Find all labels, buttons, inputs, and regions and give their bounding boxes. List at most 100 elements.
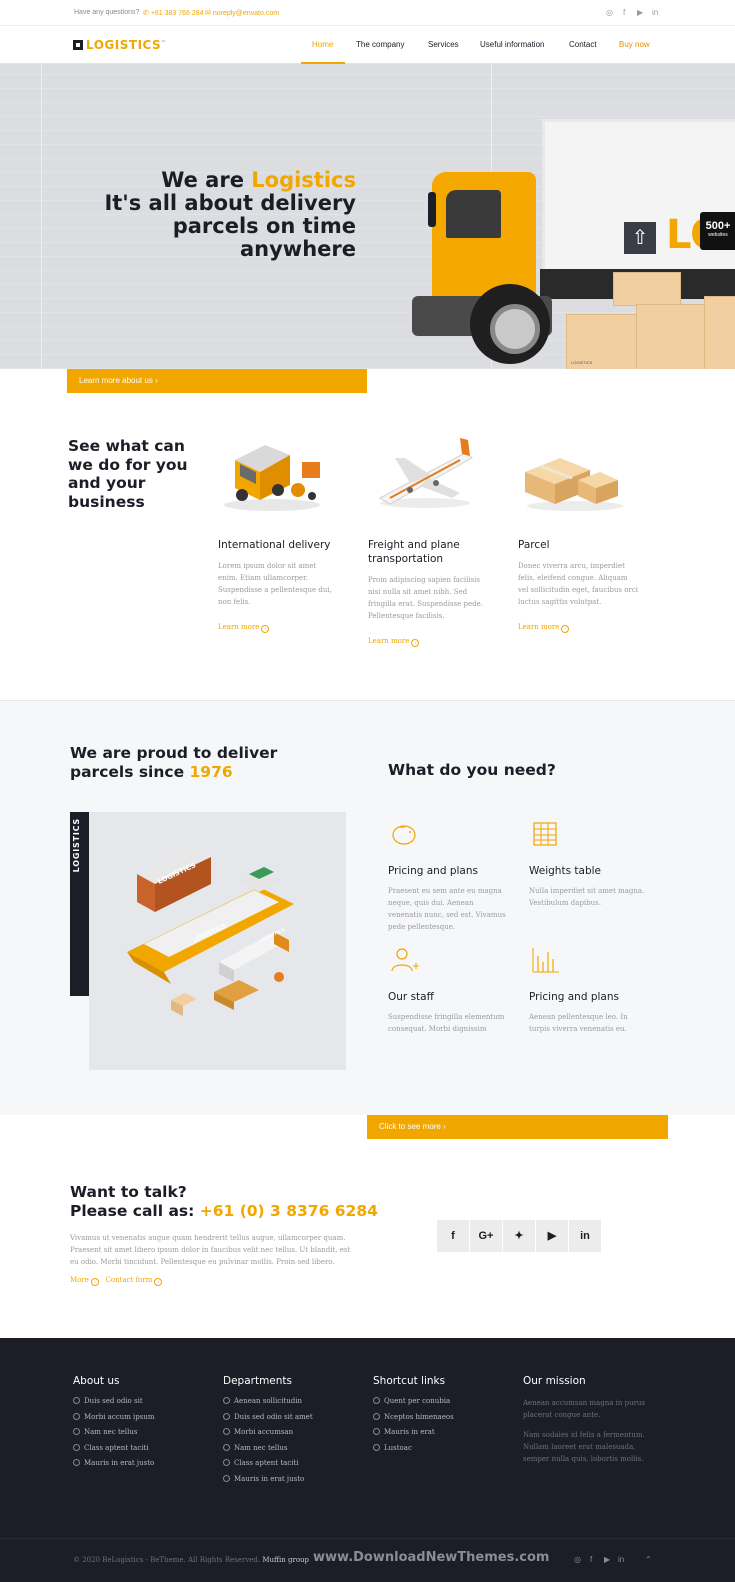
circle-icon — [373, 1397, 380, 1404]
hero-line-4: anywhere — [239, 237, 356, 261]
nav-contact[interactable]: Contact — [569, 40, 597, 49]
need-pricing-plans: Pricing and plans Praesent eu sem ante e… — [388, 818, 506, 933]
phone-link[interactable]: ✆ +61 383 766 284 — [143, 9, 204, 17]
youtube-button[interactable]: ▶ — [536, 1220, 568, 1252]
header: LOGISTICS™ Home The company Services Use… — [0, 26, 735, 65]
footer-link[interactable]: Nam nec tellus — [223, 1443, 313, 1452]
learn-more-link[interactable]: Learn more › — [518, 623, 570, 633]
footer-link[interactable]: Class aptent taciti — [73, 1443, 155, 1452]
need-title: Pricing and plans — [388, 865, 478, 877]
footer-link[interactable]: Mauris in erat justo — [73, 1459, 155, 1467]
more-link[interactable]: More › — [70, 1276, 99, 1286]
arrow-circle-icon: › — [154, 1278, 163, 1286]
linkedin-icon[interactable]: in — [652, 8, 658, 17]
learn-more-about-us-button[interactable]: Learn more about us › — [67, 369, 367, 393]
footer-link[interactable]: Quent per conubia — [373, 1397, 454, 1405]
cta-label: Click to see more — [379, 1122, 441, 1131]
copyright-brand-link[interactable]: Muffin group — [262, 1556, 309, 1564]
footer-link-label: Class aptent taciti — [84, 1443, 149, 1452]
logo-text: LOGISTICS — [86, 38, 162, 52]
footer-link-label: Duis sed odio sit amet — [234, 1412, 313, 1421]
service-international-delivery: International delivery Lorem ipsum dolor… — [218, 538, 338, 634]
footer-link[interactable]: Nceptos himenaeos — [373, 1412, 454, 1421]
footer-link-label: Class aptent taciti — [234, 1459, 299, 1467]
truck-cab — [428, 172, 536, 302]
logo[interactable]: LOGISTICS™ — [73, 38, 167, 52]
google-plus-button[interactable]: G+ — [470, 1220, 502, 1252]
arrow-circle-icon: › — [90, 1278, 99, 1286]
back-to-top-icon[interactable]: ⌃ — [645, 1555, 652, 1564]
parcel-box — [704, 296, 735, 369]
google-plus-icon: G+ — [478, 1230, 494, 1242]
footer-link[interactable]: Morbi accumsan — [223, 1428, 313, 1436]
hero-line-2: It's all about delivery — [104, 191, 356, 215]
nav-the-company[interactable]: The company — [356, 40, 404, 49]
ship-illustration-panel: LOGISTICS LOGISTICS LOGISTICS — [89, 812, 346, 1070]
youtube-icon[interactable]: ▶ — [637, 8, 643, 17]
facebook-icon[interactable]: f — [590, 1555, 592, 1564]
footer-link[interactable]: Nam nec tellus — [73, 1428, 155, 1436]
footer-link[interactable]: Duis sed odio sit — [73, 1397, 155, 1405]
skype-icon[interactable]: ◎ — [574, 1555, 581, 1564]
copyright-text: © 2020 BeLogistics - BeTheme. All Rights… — [73, 1556, 261, 1564]
need-text: Suspendisse fringilla elementum consequa… — [388, 1013, 505, 1033]
footer-heading: Departments — [223, 1375, 293, 1387]
parcel-box: LOGISTICS — [566, 314, 638, 369]
linkedin-button[interactable]: in — [569, 1220, 601, 1252]
arrow-circle-icon: › — [261, 625, 270, 633]
parcel-box — [636, 304, 706, 369]
strip-label: LOGISTICS — [72, 818, 81, 873]
footer-link[interactable]: Mauris in erat — [373, 1428, 454, 1436]
youtube-icon[interactable]: ▶ — [604, 1555, 610, 1564]
footer-link[interactable]: Duis sed odio sit amet — [223, 1412, 313, 1421]
click-to-see-more-button[interactable]: Click to see more › — [367, 1115, 668, 1139]
footer-link[interactable]: Class aptent taciti — [223, 1459, 313, 1467]
skype-icon[interactable]: ◎ — [606, 8, 613, 17]
email-link[interactable]: ✉ noreply@envato.com — [205, 9, 279, 17]
footer-shortcuts: Shortcut links Quent per conubia Nceptos… — [373, 1375, 454, 1459]
footer-link[interactable]: Aenean sollicitudin — [223, 1397, 313, 1405]
nav-home[interactable]: Home — [312, 40, 333, 49]
linkedin-icon[interactable]: in — [618, 1555, 624, 1564]
footer-link[interactable]: Mauris in erat justo — [223, 1474, 313, 1483]
nav-useful-information[interactable]: Useful information — [480, 40, 544, 49]
linkedin-icon: in — [580, 1230, 590, 1242]
facebook-icon[interactable]: f — [623, 8, 625, 17]
learn-more-link[interactable]: Learn more › — [368, 637, 420, 647]
talk-line-2: Please call as: — [70, 1202, 200, 1220]
truck-window — [446, 190, 501, 238]
circle-icon — [73, 1459, 80, 1466]
hero-line-1a: We are — [161, 168, 252, 192]
bar-chart-icon — [532, 948, 559, 973]
parcels-illustration — [525, 458, 623, 511]
needs-title: What do you need? — [388, 761, 556, 779]
need-text: Aenean pellentesque leo. In turpis viver… — [529, 1013, 628, 1033]
need-pricing-plans-2: Pricing and plans Aenean pellentesque le… — [529, 944, 647, 1035]
watermark: www.DownloadNewThemes.com — [313, 1550, 550, 1565]
email-text: noreply@envato.com — [212, 10, 280, 17]
footer-link[interactable]: Lustoac — [373, 1443, 454, 1452]
twitter-button[interactable]: ✦ — [503, 1220, 535, 1252]
need-our-staff: Our staff Suspendisse fringilla elementu… — [388, 944, 506, 1035]
footer-link-label: Morbi accum ipsum — [84, 1412, 155, 1421]
need-title: Pricing and plans — [529, 991, 619, 1003]
hero-headline: We are Logistics It's all about delivery… — [36, 169, 356, 261]
nav-buy-now[interactable]: Buy now — [619, 40, 650, 49]
arrow-circle-icon: › — [411, 639, 420, 647]
contact-form-link[interactable]: Contact form › — [106, 1276, 163, 1286]
nav-services[interactable]: Services — [428, 40, 459, 49]
hero-line-3: parcels on time — [172, 214, 356, 238]
learn-more-link[interactable]: Learn more › — [218, 623, 270, 633]
badge-number: 500+ — [705, 220, 731, 232]
footer-link[interactable]: Morbi accum ipsum — [73, 1412, 155, 1421]
footer-mission: Our mission Aenean accumsan magna in pur… — [523, 1375, 658, 1473]
circle-icon — [223, 1412, 230, 1420]
circle-icon — [223, 1397, 230, 1404]
hero-line-1b: Logistics — [251, 168, 356, 192]
learn-more-label: Learn more — [218, 623, 260, 631]
need-text: Praesent eu sem ante eu magna neque, qui… — [388, 887, 506, 931]
truck-mirror — [428, 192, 436, 227]
websites-badge[interactable]: 500+ websites — [700, 212, 735, 250]
facebook-button[interactable]: f — [437, 1220, 469, 1252]
circle-icon — [223, 1459, 230, 1466]
